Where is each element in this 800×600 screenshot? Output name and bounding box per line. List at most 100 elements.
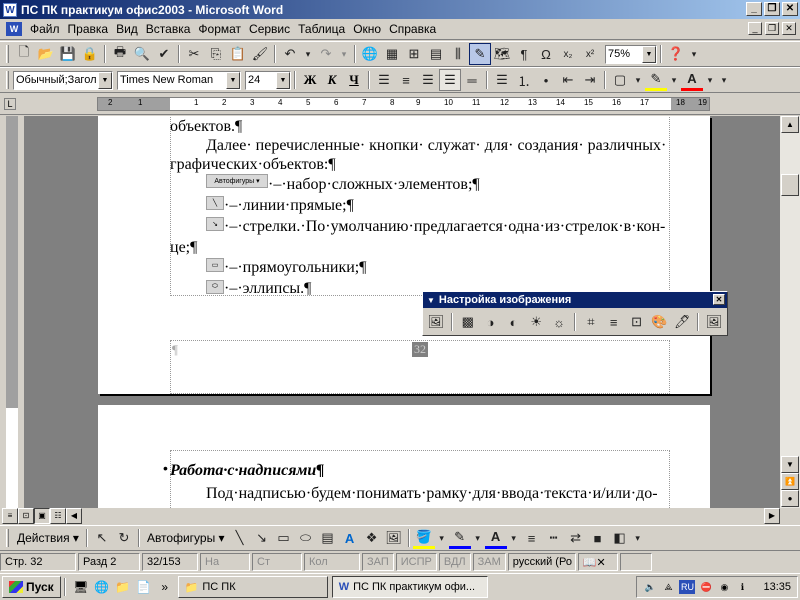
print-preview-icon[interactable]: 🔍 (131, 43, 153, 65)
spelling-status-icon[interactable]: 📖✕ (577, 553, 618, 571)
menu-file[interactable]: Файл (26, 22, 64, 36)
menu-insert[interactable]: Вставка (142, 22, 195, 36)
line-spacing-icon[interactable]: ☰ (491, 69, 513, 91)
status-rec[interactable]: ЗАП (362, 553, 394, 571)
status-language[interactable]: русский (Ро (507, 553, 576, 571)
less-brightness-icon[interactable]: ☼ (548, 311, 570, 333)
menu-window[interactable]: Окно (349, 22, 385, 36)
decrease-indent-icon[interactable]: ⇤ (557, 69, 579, 91)
menu-edit[interactable]: Правка (64, 22, 113, 36)
scroll-thumb[interactable] (781, 174, 799, 196)
toolbar-options-icon[interactable]: ▾ (717, 69, 731, 91)
menu-tools[interactable]: Сервис (245, 22, 294, 36)
language-indicator[interactable]: RU (679, 580, 696, 594)
style-select[interactable]: Обычный;Загол ▼ (13, 70, 113, 90)
line-style-icon[interactable]: ≡ (521, 527, 543, 549)
tab-selector[interactable]: L (4, 98, 16, 110)
subscript-icon[interactable]: x₂ (557, 43, 579, 65)
diagram-icon[interactable]: ❖ (361, 527, 383, 549)
font-color-dropdown-icon[interactable]: ▾ (703, 69, 717, 91)
line-color-icon[interactable]: ✎ (448, 527, 471, 549)
more-contrast-icon[interactable]: ◑ (480, 311, 502, 333)
format-painter-icon[interactable]: 🖌 (249, 43, 271, 65)
picture-toolbar[interactable]: ▼ Настройка изображения ✕ 🖼 ▩ ◑ ◐ ☀ ☼ ⌗ … (422, 291, 728, 336)
picture-toolbar-titlebar[interactable]: ▼ Настройка изображения ✕ (423, 292, 727, 308)
superscript-icon[interactable]: x² (579, 43, 601, 65)
toolbar-grip[interactable] (6, 529, 9, 547)
text-box-icon[interactable]: ▤ (317, 527, 339, 549)
document-icon[interactable]: W (6, 22, 22, 36)
outline-view-button[interactable]: ☷ (50, 508, 66, 524)
actions-menu[interactable]: Действия ▾ (13, 531, 83, 545)
browser-icon[interactable]: 🌐 (93, 578, 111, 596)
page-number-field[interactable]: 32 (412, 342, 428, 357)
insert-picture-icon[interactable]: 🖼 (425, 311, 447, 333)
spelling-icon[interactable]: ✔ (153, 43, 175, 65)
line-color-dropdown-icon[interactable]: ▾ (471, 527, 485, 549)
symbol-omega-icon[interactable]: Ω (535, 43, 557, 65)
scroll-up-button[interactable]: ▲ (781, 116, 799, 133)
oval-tool-icon[interactable]: ⬭ (295, 527, 317, 549)
color-icon[interactable]: ▩ (457, 311, 479, 333)
font-size-select[interactable]: 24 ▼ (245, 70, 291, 90)
new-document-icon[interactable]: 🗋 (13, 43, 35, 65)
borders-dropdown-icon[interactable]: ▾ (631, 69, 645, 91)
browse-object-button[interactable]: ● (781, 490, 799, 507)
close-button[interactable]: ✕ (782, 2, 798, 16)
font-color-icon[interactable]: A (681, 69, 703, 91)
toolbar-options-icon[interactable]: ▾ (631, 527, 645, 549)
scroll-right-button[interactable]: ▶ (764, 508, 780, 524)
network-icon[interactable]: ⟁ (661, 580, 675, 594)
font-color-dropdown-icon[interactable]: ▾ (507, 527, 521, 549)
tray-info-icon[interactable]: ℹ (735, 580, 749, 594)
rectangle-tool-icon[interactable]: ▭ (273, 527, 295, 549)
hyperlink-icon[interactable]: 🌐 (359, 43, 381, 65)
arrow-tool-icon[interactable]: ↘ (251, 527, 273, 549)
bold-button[interactable]: Ж (299, 69, 321, 91)
undo-dropdown-icon[interactable]: ▾ (301, 43, 315, 65)
columns-icon[interactable]: ⫼ (447, 43, 469, 65)
fill-color-dropdown-icon[interactable]: ▾ (435, 527, 449, 549)
highlight-dropdown-icon[interactable]: ▾ (667, 69, 681, 91)
3d-style-icon[interactable]: ◧ (609, 527, 631, 549)
crop-icon[interactable]: ⌗ (580, 311, 602, 333)
font-color-icon[interactable]: A (484, 527, 507, 549)
free-rotate-icon[interactable]: ↻ (113, 527, 135, 549)
vertical-ruler[interactable] (0, 116, 24, 508)
menu-format[interactable]: Формат (194, 22, 245, 36)
numbering-icon[interactable]: ⒈ (513, 69, 535, 91)
web-view-button[interactable]: ⊡ (18, 508, 34, 524)
font-select[interactable]: Times New Roman ▼ (117, 70, 241, 90)
permission-icon[interactable]: 🔒 (79, 43, 101, 65)
cut-icon[interactable]: ✂ (183, 43, 205, 65)
toolbar-menu-icon[interactable]: ▼ (427, 296, 435, 305)
reset-picture-icon[interactable]: 🖼 (703, 311, 725, 333)
redo-dropdown-icon[interactable]: ▾ (337, 43, 351, 65)
antivirus-icon[interactable]: ⛔ (699, 580, 713, 594)
toolbar-grip[interactable] (6, 45, 9, 63)
borders-icon[interactable]: ▢ (609, 69, 631, 91)
more-icon[interactable]: » (156, 578, 174, 596)
page-2[interactable]: • Работа·с·надписями¶ Под·надписью·будем… (98, 405, 710, 508)
scroll-left-button[interactable]: ◀ (66, 508, 82, 524)
clip-art-icon[interactable]: 🖼 (383, 527, 405, 549)
fill-color-icon[interactable]: 🪣 (412, 527, 435, 549)
menu-table[interactable]: Таблица (294, 22, 349, 36)
doc-close-button[interactable]: ✕ (782, 22, 796, 35)
status-ovr[interactable]: ЗАМ (472, 553, 506, 571)
page-1[interactable]: объектов.¶ Далее· перечисленные· кнопки·… (98, 116, 710, 394)
previous-page-button[interactable]: ⏫ (781, 473, 799, 490)
align-center-icon[interactable]: ≡ (395, 69, 417, 91)
doc-restore-button[interactable]: ❐ (765, 22, 779, 35)
underline-button[interactable]: Ч (343, 69, 365, 91)
minimize-button[interactable]: _ (746, 2, 762, 16)
align-right-icon[interactable]: ☰ (417, 69, 439, 91)
format-picture-icon[interactable]: 🎨 (648, 311, 670, 333)
show-hide-icon[interactable]: ¶ (513, 43, 535, 65)
picture-toolbar-close-button[interactable]: ✕ (713, 294, 725, 305)
italic-button[interactable]: К (321, 69, 343, 91)
arrow-style-icon[interactable]: ⇄ (565, 527, 587, 549)
taskbar-word-button[interactable]: W ПС ПК практикум офи... (331, 576, 488, 598)
normal-view-button[interactable]: ≡ (2, 508, 18, 524)
restore-button[interactable]: ❐ (764, 2, 780, 16)
